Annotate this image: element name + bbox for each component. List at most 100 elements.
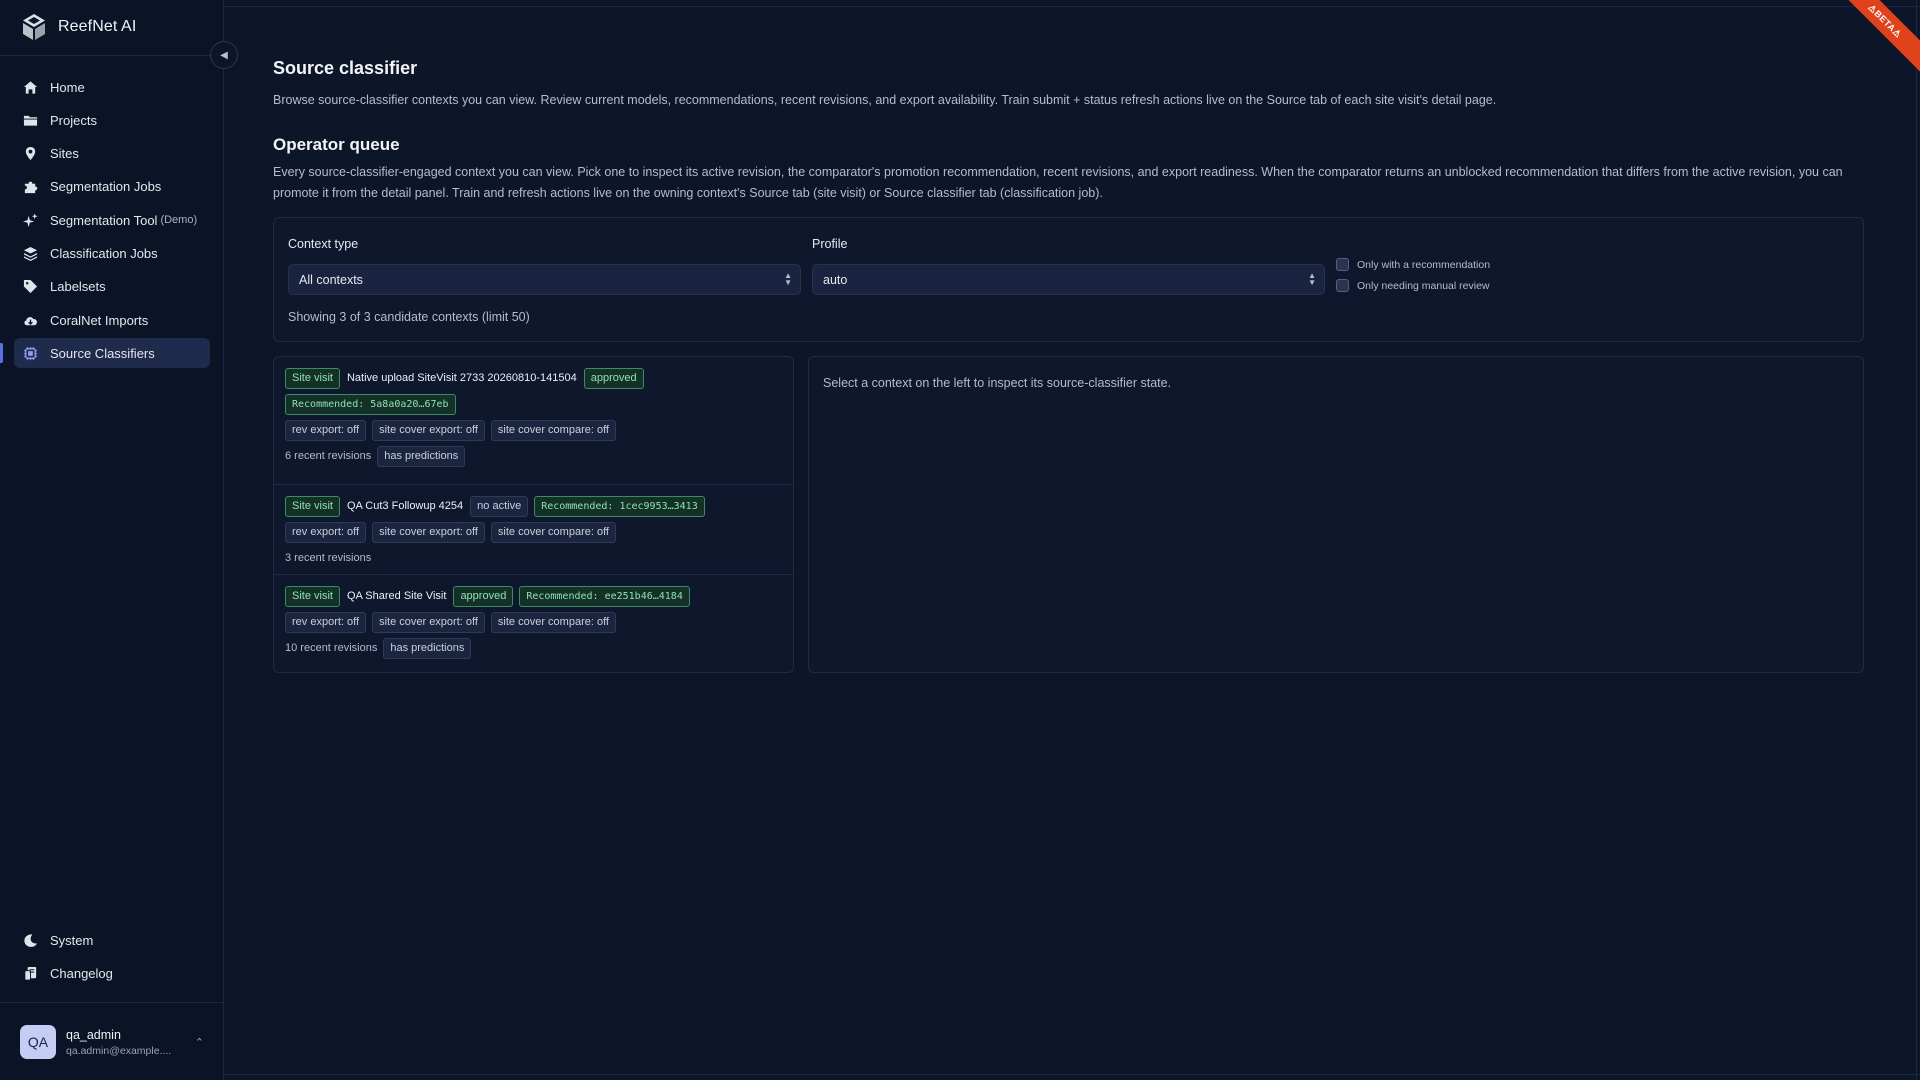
detail-panel: Select a context on the left to inspect … bbox=[808, 356, 1864, 673]
divider bbox=[0, 1002, 224, 1003]
rev-export-badge: rev export: off bbox=[285, 521, 367, 543]
profile-value: auto bbox=[823, 272, 848, 287]
site-cover-export-badge: site cover export: off bbox=[372, 611, 485, 633]
revisions-count: 10 recent revisions bbox=[285, 642, 378, 654]
sidebar-item-coralnet-imports[interactable]: CoralNet Imports bbox=[14, 305, 210, 335]
sidebar-item-label: Home bbox=[50, 79, 85, 95]
cloud-download-icon bbox=[22, 312, 38, 328]
sidebar-item-source-classifiers[interactable]: Source Classifiers bbox=[0, 338, 210, 369]
site-cover-compare-badge: site cover compare: off bbox=[490, 419, 616, 441]
user-name: qa_admin bbox=[66, 1027, 121, 1042]
sidebar-item-segmentation-jobs[interactable]: Segmentation Jobs bbox=[14, 172, 210, 202]
profile-select[interactable]: auto ▲ ▼ bbox=[812, 264, 1325, 295]
context-name: Native upload SiteVisit 2733 20260810-14… bbox=[346, 372, 577, 384]
site-cover-export-badge: site cover export: off bbox=[372, 419, 485, 441]
beta-ribbon: ⚠ BETA ⚠ bbox=[1831, 0, 1920, 75]
revisions-count: 6 recent revisions bbox=[285, 450, 372, 462]
sidebar-item-sites[interactable]: Sites bbox=[14, 139, 210, 169]
status-badge: approved bbox=[583, 367, 644, 389]
context-type-value: All contexts bbox=[299, 272, 363, 287]
context-type-label: Context type bbox=[288, 237, 359, 251]
type-badge: Site visit bbox=[285, 367, 340, 389]
section-title: Operator queue bbox=[273, 135, 400, 154]
sidebar-item-label: Segmentation Jobs bbox=[50, 179, 162, 195]
user-info: qa_admin qa.admin@example.... bbox=[66, 1028, 171, 1057]
sidebar-item-classification-jobs[interactable]: Classification Jobs bbox=[14, 238, 210, 268]
reefnet-logo-icon bbox=[23, 14, 45, 40]
avatar: QA bbox=[20, 1025, 56, 1059]
sidebar-nav: Home Projects Sites Segmentation Jobs Se… bbox=[0, 72, 210, 372]
select-arrows-icon: ▲ ▼ bbox=[1308, 271, 1316, 287]
revisions-line: 3 recent revisions bbox=[285, 547, 793, 569]
divider bbox=[0, 55, 224, 56]
list-item[interactable]: Site visit Native upload SiteVisit 2733 … bbox=[274, 367, 793, 471]
predictions-badge: has predictions bbox=[377, 445, 466, 467]
sidebar-item-label: Sites bbox=[50, 146, 79, 162]
context-header: Site visit QA Shared Site Visit approved… bbox=[285, 585, 793, 607]
recommended-badge: Recommended: 1cec9953…3413 bbox=[534, 495, 705, 517]
moon-icon bbox=[22, 932, 38, 948]
app-name: ReefNet AI bbox=[58, 18, 137, 35]
context-header: Site visit QA Cut3 Followup 4254 no acti… bbox=[285, 495, 793, 517]
sparkles-icon bbox=[22, 212, 38, 228]
site-cover-compare-badge: site cover compare: off bbox=[490, 611, 616, 633]
divider bbox=[274, 574, 793, 575]
profile-label: Profile bbox=[812, 237, 848, 251]
predictions-badge: has predictions bbox=[383, 637, 472, 659]
demo-suffix: (Demo) bbox=[160, 214, 198, 227]
divider bbox=[1916, 0, 1917, 1080]
folder-icon bbox=[22, 112, 38, 128]
brand[interactable]: ReefNet AI bbox=[20, 14, 136, 40]
tag-icon bbox=[22, 279, 38, 295]
export-flags: rev export: off site cover export: off s… bbox=[285, 419, 793, 441]
sidebar-item-labelsets[interactable]: Labelsets bbox=[14, 272, 210, 302]
collapse-sidebar-button[interactable]: ◀ bbox=[210, 41, 238, 69]
page-subtitle: Browse source-classifier contexts you ca… bbox=[273, 93, 1497, 107]
sidebar-item-label: CoralNet Imports bbox=[50, 312, 149, 328]
user-menu[interactable]: QA qa_admin qa.admin@example.... ⌃ bbox=[20, 1024, 204, 1060]
chevron-left-icon: ◀ bbox=[220, 49, 228, 61]
type-badge: Site visit bbox=[285, 585, 340, 607]
sidebar-item-label: Projects bbox=[50, 112, 97, 128]
list-item[interactable]: Site visit QA Shared Site Visit approved… bbox=[274, 585, 793, 663]
recommended-badge: Recommended: ee251b46…4184 bbox=[519, 585, 690, 607]
revisions-line: 10 recent revisions has predictions bbox=[285, 637, 793, 659]
divider bbox=[224, 6, 1920, 7]
filters-panel: Context type All contexts ▲ ▼ Profile aut… bbox=[273, 217, 1864, 342]
sidebar: ReefNet AI Home Projects Sites Segmentat… bbox=[0, 0, 224, 1080]
map-pin-icon bbox=[22, 146, 38, 162]
sidebar-item-system[interactable]: System bbox=[14, 925, 210, 955]
sidebar-item-changelog[interactable]: Changelog bbox=[14, 958, 210, 988]
rev-export-badge: rev export: off bbox=[285, 419, 367, 441]
chevron-up-icon: ⌃ bbox=[194, 1036, 204, 1049]
sidebar-item-label: Source Classifiers bbox=[50, 345, 155, 361]
divider bbox=[274, 484, 793, 485]
only-recommendation-checkbox[interactable]: Only with a recommendation bbox=[1336, 258, 1490, 271]
layers-icon bbox=[22, 245, 38, 261]
revisions-count: 3 recent revisions bbox=[285, 552, 372, 564]
sidebar-bottom-nav: System Changelog bbox=[14, 925, 210, 992]
detail-empty-message: Select a context on the left to inspect … bbox=[823, 376, 1172, 390]
section-description: Every source-classifier-engaged context … bbox=[273, 165, 1843, 200]
type-badge: Site visit bbox=[285, 495, 340, 517]
sidebar-item-segmentation-tool[interactable]: Segmentation Tool (Demo) bbox=[14, 205, 210, 235]
checkbox-box[interactable] bbox=[1336, 258, 1349, 271]
sidebar-item-home[interactable]: Home bbox=[14, 72, 210, 102]
sidebar-item-label: Changelog bbox=[50, 965, 113, 981]
chip-icon bbox=[22, 345, 38, 361]
checkbox-label: Only with a recommendation bbox=[1357, 258, 1491, 271]
context-type-select[interactable]: All contexts ▲ ▼ bbox=[288, 264, 801, 295]
showing-count: Showing 3 of 3 candidate contexts (limit… bbox=[288, 310, 530, 324]
sidebar-item-label: Labelsets bbox=[50, 279, 106, 295]
status-badge: no active bbox=[470, 495, 529, 517]
recommended-badge: Recommended: 5a8a0a20…67eb bbox=[285, 393, 456, 415]
only-manual-review-checkbox[interactable]: Only needing manual review bbox=[1336, 279, 1490, 292]
checkbox-box[interactable] bbox=[1336, 279, 1349, 292]
select-arrows-icon: ▲ ▼ bbox=[784, 271, 792, 287]
rev-export-badge: rev export: off bbox=[285, 611, 367, 633]
sidebar-item-label: Classification Jobs bbox=[50, 245, 158, 261]
sidebar-item-projects[interactable]: Projects bbox=[14, 105, 210, 135]
changelog-icon bbox=[22, 965, 38, 981]
divider bbox=[224, 1074, 1920, 1075]
list-item[interactable]: Site visit QA Cut3 Followup 4254 no acti… bbox=[274, 495, 793, 573]
